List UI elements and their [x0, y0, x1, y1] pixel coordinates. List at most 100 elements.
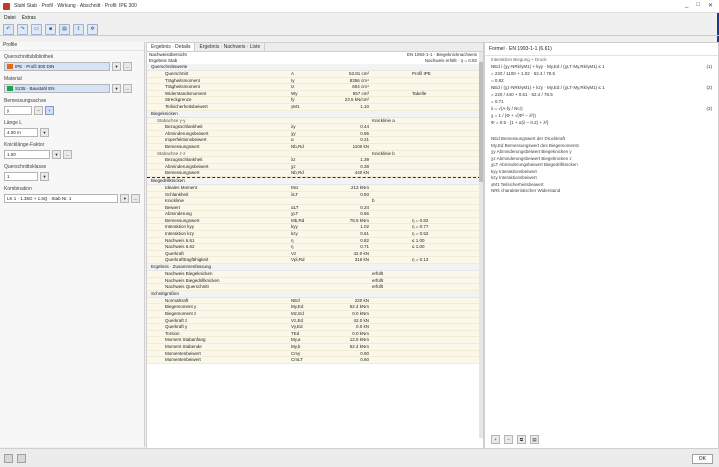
material-dropdown-button[interactable]: ▾ [112, 84, 121, 93]
result-row[interactable]: Querschnitt A 53.81 cm² Profil IPE [147, 71, 481, 78]
result-row[interactable]: Teilsicherheitsbeiwert γM1 1.10 [147, 103, 481, 111]
result-row[interactable]: Interaktion kyy kyy 1.02 η = 0.77 [147, 224, 481, 232]
help-icon[interactable] [4, 453, 13, 463]
buckling-factor-stepper[interactable]: ▾ [52, 150, 61, 159]
section-class-dropdown-button[interactable]: ▾ [40, 172, 49, 181]
close-button[interactable]: ✕ [708, 2, 713, 9]
result-row[interactable]: Nachweis Biegedrillknicken erfüllt [147, 277, 481, 285]
print-button[interactable]: ▤ [59, 23, 70, 35]
result-row[interactable]: Biegemoment y My,Ed 52.4 kNm [147, 304, 481, 311]
length-input[interactable]: 4.00 m [4, 128, 38, 137]
result-cell-c4 [372, 211, 412, 217]
result-row[interactable]: Nachweis 6.61 η 0.82 ≤ 1.00 [147, 237, 481, 245]
info-icon[interactable] [17, 453, 26, 463]
result-row[interactable]: Normalkraft NEd 220 kN [147, 297, 481, 305]
result-row[interactable]: Moment Stabanfang My,a 12.5 kNm [147, 337, 481, 344]
result-row[interactable]: Streckgrenze fy 23.5 kN/cm² [147, 97, 481, 104]
result-row[interactable]: Moment Stabende My,b 52.4 kNm [147, 343, 481, 351]
buckling-factor-edit-button[interactable]: … [63, 150, 72, 159]
result-cell-c1: Bemessungswert [165, 170, 200, 176]
results-scrollbar[interactable] [479, 52, 483, 438]
result-cell-c2 [291, 198, 321, 204]
chevron-down-icon: ▾ [123, 195, 126, 201]
section-header[interactable]: Querschnittswerte [147, 64, 481, 71]
result-row[interactable]: Abminderungsbeiwert χz 0.38 [147, 163, 481, 171]
print-formula-button[interactable]: ▤ [530, 435, 539, 444]
result-row[interactable]: Abminderungsbeiwert χy 0.95 [147, 130, 481, 138]
zoom-out-button[interactable]: − [504, 435, 513, 444]
axis-value: y [7, 108, 10, 113]
section-header[interactable]: Schnittgrößen [147, 290, 481, 298]
result-row[interactable]: Querkrafttragfähigkeit Vpl,Rd 316 kN η = 0.… [147, 257, 481, 265]
result-cell-c5 [412, 84, 481, 90]
result-cell-c5 [412, 144, 481, 150]
menu-extras[interactable]: Extras [22, 15, 36, 21]
export-button[interactable]: ⇪ [73, 23, 84, 35]
result-row[interactable]: Nachweis Biegeknicken erfüllt [147, 271, 481, 278]
open-button[interactable]: ▭ [31, 23, 42, 35]
result-row[interactable]: Schlankheit λLT 0.93 [147, 191, 481, 199]
section-class-select[interactable]: 1 [4, 172, 38, 181]
result-row[interactable]: Nachweis Querschnitt erfüllt [147, 284, 481, 291]
result-cell-c3: 0.0 kNm [352, 311, 369, 316]
result-row[interactable]: Torsion TEd 0.0 kNm [147, 330, 481, 338]
copy-button[interactable]: ⧉ [517, 435, 526, 444]
result-row[interactable]: Momentenbeiwert CmLT 0.60 [147, 357, 481, 364]
result-row[interactable]: Bezugsschlankheit λy 0.44 [147, 124, 481, 131]
ok-button[interactable]: OK [691, 454, 713, 464]
section-header[interactable]: Ergebnis · Zusammenfassung [147, 264, 481, 272]
save-button[interactable]: ■ [45, 23, 56, 35]
result-row[interactable]: Knicklinie b [147, 198, 481, 205]
minimize-button[interactable]: _ [685, 2, 688, 9]
result-row[interactable]: Stabachse z-z Knicklinie b [147, 150, 481, 158]
result-row[interactable]: Biegemoment z Mz,Ed 0.0 kNm [147, 311, 481, 318]
result-row[interactable]: Nachweis 6.62 η 0.71 ≤ 1.00 [147, 244, 481, 251]
result-cell-c2: CmLT [291, 357, 303, 363]
result-row[interactable]: Momentenbeiwert Cmy 0.90 [147, 350, 481, 358]
material-select[interactable]: S235 · Baustahl EN [4, 84, 110, 93]
combination-select[interactable]: LK 1 · 1.35G + 1.5Q · Stab Nr. 1 [4, 194, 119, 203]
result-row[interactable]: Widerstandsmoment Wy 557 cm³ Tabelle [147, 90, 481, 98]
section-header[interactable]: Biegedrillknicken [147, 176, 481, 185]
result-row[interactable]: Abminderung χLT 0.66 [147, 211, 481, 218]
result-row[interactable]: Trägheitsmoment Iy 8356 cm⁴ [147, 77, 481, 85]
result-row[interactable]: Ideales Moment Mcr 213 kNm [147, 184, 481, 192]
result-cell-c2: Vpl,Rd [291, 257, 305, 263]
redo-button[interactable]: ↷ [17, 23, 28, 35]
section-header[interactable]: Biegeknicken [147, 110, 481, 118]
profile-dropdown-button[interactable]: ▾ [112, 62, 121, 71]
results-panel: Ergebnis · Details Ergebnis · Nachweis ·… [146, 42, 484, 449]
tab-details[interactable]: Ergebnis · Details [147, 43, 196, 51]
scrollbar-thumb[interactable] [479, 62, 483, 182]
axis-select[interactable]: y [4, 106, 32, 115]
result-row[interactable]: Beiwert αLT 0.34 [147, 204, 481, 212]
axis-increment-button[interactable]: + [45, 106, 54, 115]
buckling-factor-input[interactable]: 1.00 [4, 150, 50, 159]
result-cell-c5 [412, 192, 481, 198]
axis-decrement-button[interactable]: − [34, 106, 43, 115]
result-row[interactable]: Querkraft y Vy,Ed 0.0 kN [147, 324, 481, 331]
maximize-button[interactable]: □ [696, 2, 700, 9]
result-row[interactable]: Trägheitsmoment Iz 604 cm⁴ [147, 84, 481, 91]
result-row[interactable]: Imperfektionsbeiwert α 0.21 [147, 137, 481, 144]
combination-dropdown-button[interactable]: ▾ [120, 194, 130, 203]
result-row[interactable]: Bemessungswert Nb,Rd 1100 kN [147, 143, 481, 151]
undo-button[interactable]: ↶ [3, 23, 14, 35]
material-edit-button[interactable]: … [123, 84, 132, 93]
result-cell-c3 [321, 284, 372, 290]
settings-button[interactable]: ✲ [87, 23, 98, 35]
length-stepper[interactable]: ▾ [40, 128, 49, 137]
result-row[interactable]: Bemessungswert Mb,Rd 78.5 kNm η = 0.82 [147, 217, 481, 225]
profile-edit-button[interactable]: … [123, 62, 132, 71]
result-row[interactable]: Bemessungswert Nb,Rd 440 kN [147, 170, 481, 177]
profile-select[interactable]: IPE · Profil 300 DIN [4, 62, 110, 71]
result-row[interactable]: Bezugsschlankheit λz 1.39 [147, 157, 481, 164]
menu-file[interactable]: Datei [4, 15, 16, 21]
result-row[interactable]: Querkraft Vz 42.0 kN [147, 250, 481, 258]
zoom-in-button[interactable]: + [491, 435, 500, 444]
result-row[interactable]: Querkraft z Vz,Ed 42.0 kN [147, 317, 481, 325]
result-row[interactable]: Stabachse y-y Knicklinie a [147, 117, 481, 125]
result-row[interactable]: Interaktion kzy kzy 0.61 η = 0.52 [147, 231, 481, 238]
combination-edit-button[interactable]: … [131, 194, 140, 203]
tab-list[interactable]: Ergebnis · Nachweis · Liste [195, 43, 266, 51]
